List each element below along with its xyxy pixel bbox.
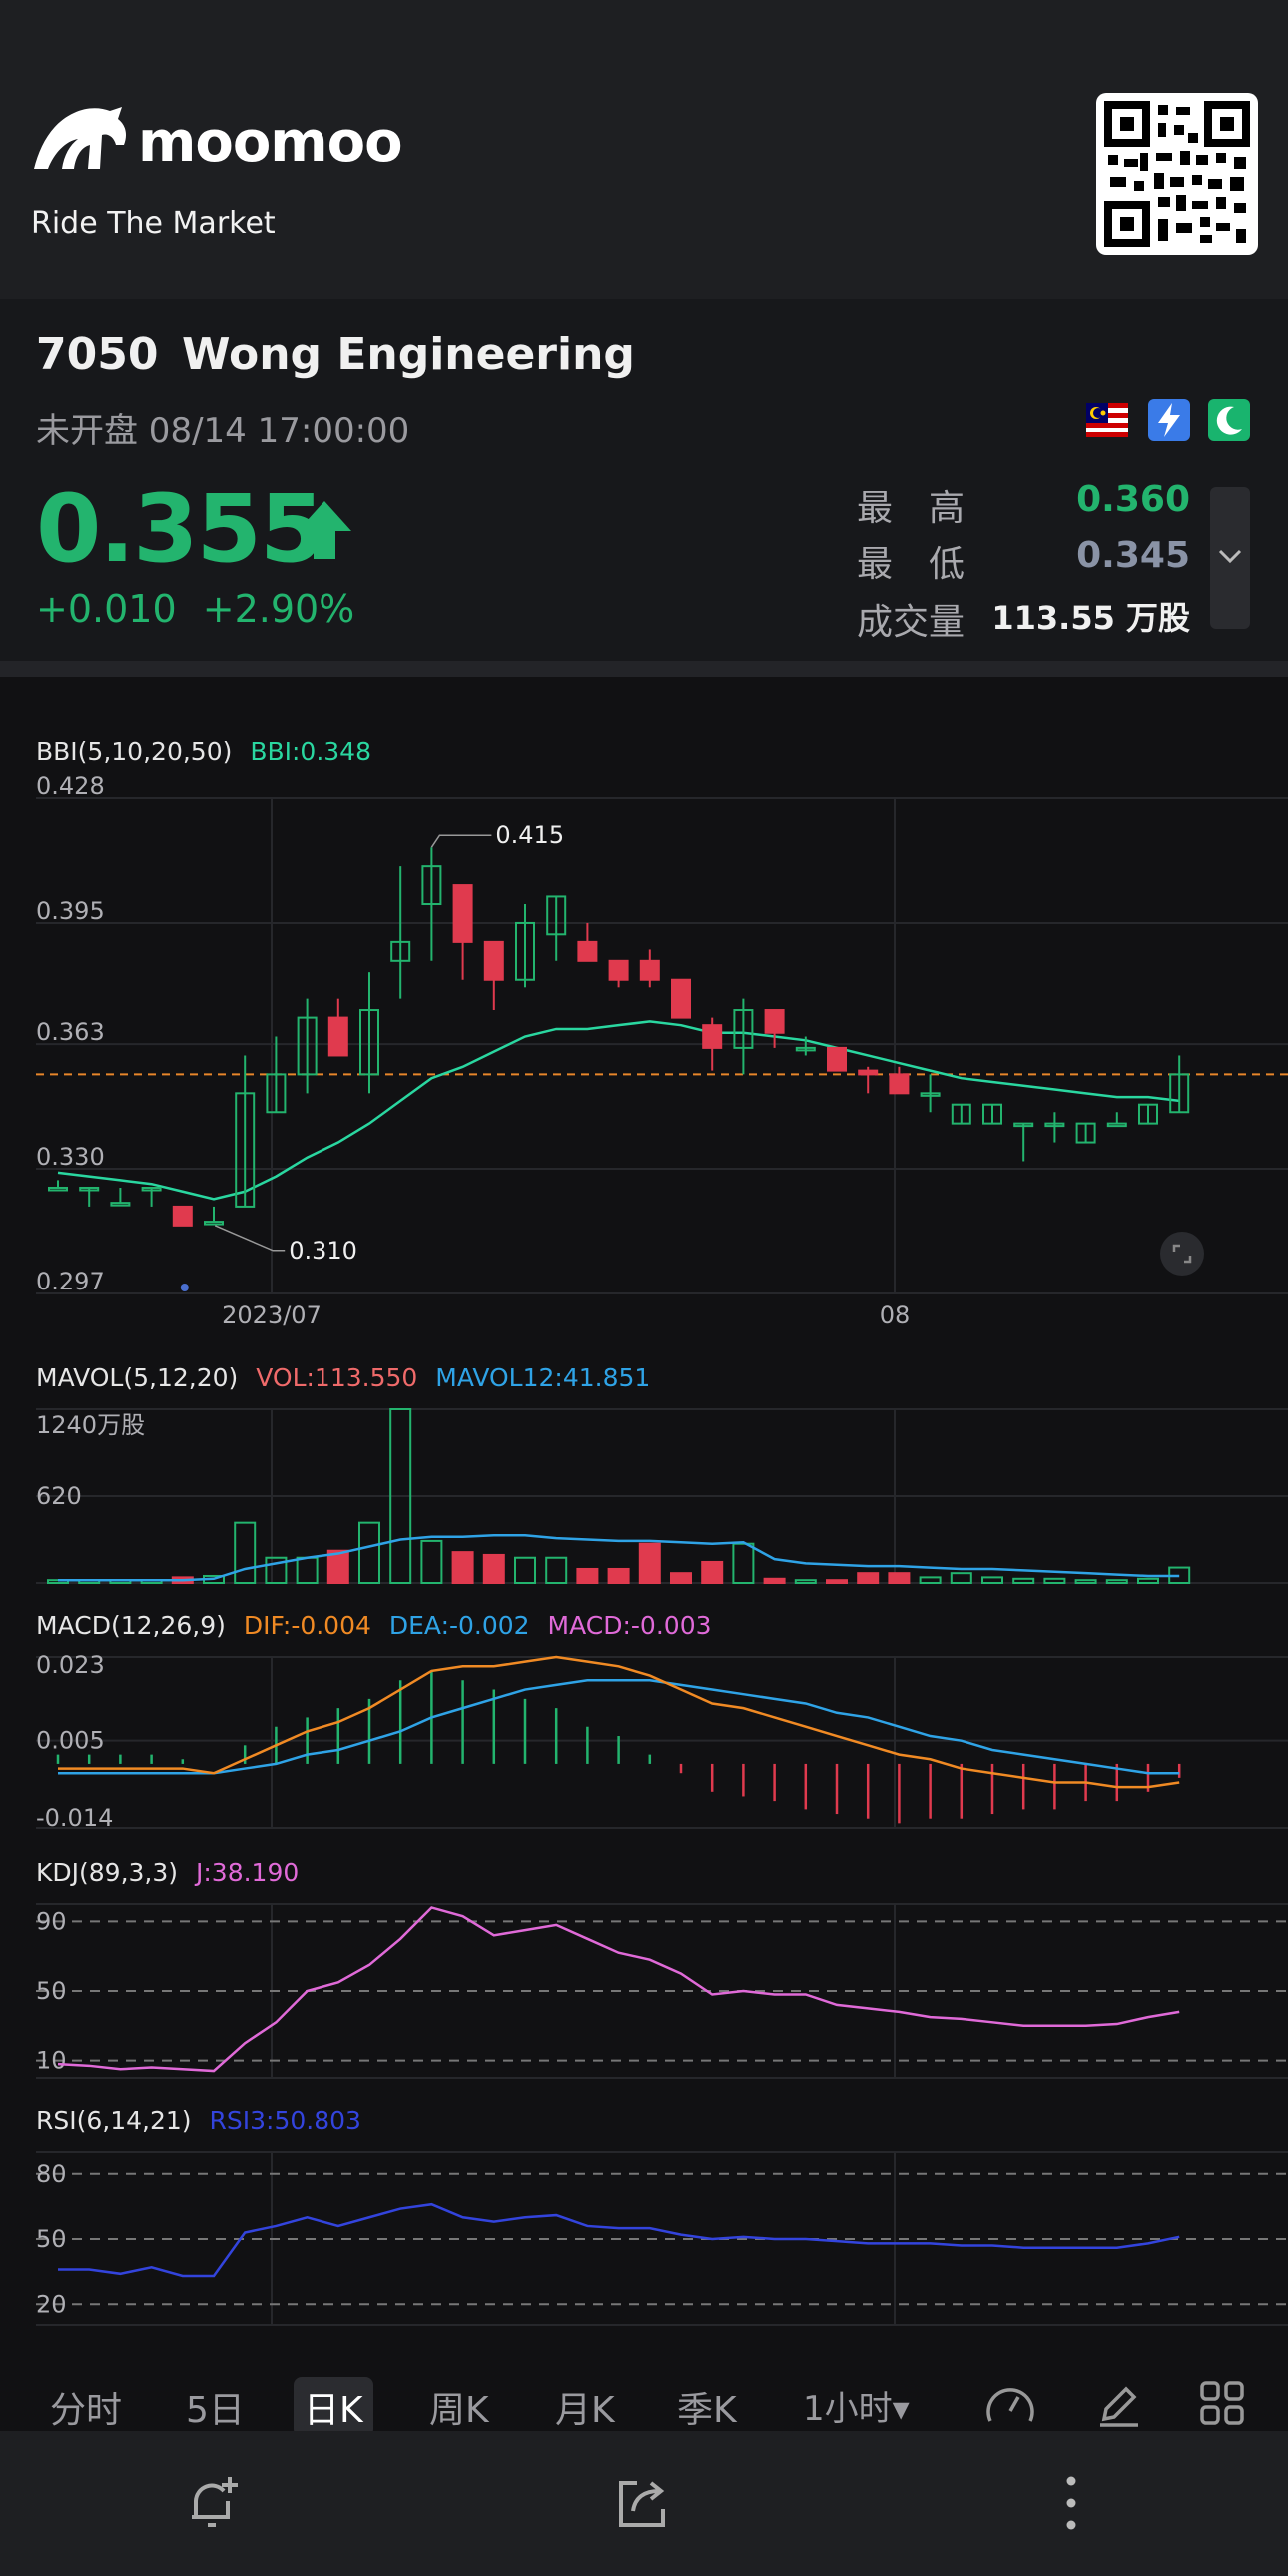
y-tick-label: 620 xyxy=(36,1482,82,1510)
tab-monthly[interactable]: 月K xyxy=(555,2381,615,2433)
y-tick-label: 0.395 xyxy=(36,897,105,925)
share-icon[interactable] xyxy=(611,2471,675,2535)
volume-bar xyxy=(763,1577,786,1584)
y-tick-label: 50 xyxy=(36,2225,67,2253)
y-tick-label: 50 xyxy=(36,1977,67,2005)
bbi-line xyxy=(57,1020,1180,1201)
y-tick-label: 90 xyxy=(36,1907,67,1935)
grid-menu-icon[interactable] xyxy=(1198,2379,1246,2427)
candle xyxy=(483,940,504,981)
y-tick-label: 80 xyxy=(36,2160,67,2188)
candle xyxy=(671,978,691,1019)
draw-pen-icon[interactable] xyxy=(1094,2379,1144,2429)
y-tick-label: 0.005 xyxy=(36,1727,105,1755)
volume-bar xyxy=(981,1576,1003,1584)
fullscreen-button[interactable] xyxy=(1160,1232,1204,1276)
volume-bar xyxy=(1012,1577,1035,1584)
more-options-icon[interactable] xyxy=(1056,2471,1086,2535)
volume-bar xyxy=(1074,1579,1097,1585)
tab-daily[interactable]: 日K xyxy=(294,2377,373,2437)
chart-area[interactable]: 0.428 0.395 0.363 0.330 0.297 2023/07 08 0.415 0… xyxy=(0,0,1288,2359)
candle xyxy=(452,884,473,943)
volume-bar xyxy=(451,1551,474,1584)
volume-bar xyxy=(420,1539,443,1584)
volume-bar xyxy=(950,1572,972,1584)
volume-bar xyxy=(482,1553,505,1584)
bottom-toolbar xyxy=(0,2431,1288,2576)
volume-bar xyxy=(638,1542,661,1585)
high-marker-label: 0.415 xyxy=(495,821,564,849)
volume-bar xyxy=(826,1579,848,1585)
candle xyxy=(608,959,629,981)
volume-bar xyxy=(1105,1579,1128,1585)
volume-bar xyxy=(576,1567,599,1585)
candle xyxy=(204,1221,224,1226)
volume-bar xyxy=(358,1521,380,1584)
y-tick-label: 0.297 xyxy=(36,1268,105,1295)
tab-hourly-dropdown[interactable]: 1小时▾ xyxy=(803,2381,910,2430)
candle xyxy=(48,1186,68,1192)
volume-bar xyxy=(296,1556,319,1585)
candle xyxy=(702,1024,723,1049)
dif-line xyxy=(58,1655,1180,1789)
low-marker-label: 0.310 xyxy=(289,1237,357,1265)
y-tick-label: 1240万股 xyxy=(36,1411,145,1439)
volume-bar xyxy=(794,1579,817,1585)
tab-intraday[interactable]: 分时 xyxy=(50,2381,122,2433)
volume-bar xyxy=(607,1567,630,1585)
volume-bar xyxy=(670,1572,692,1584)
volume-bar xyxy=(1137,1577,1159,1584)
volume-bar xyxy=(1043,1577,1066,1584)
candle xyxy=(172,1205,193,1227)
candle xyxy=(858,1069,879,1076)
volume-bar xyxy=(732,1542,755,1585)
event-dot xyxy=(180,1284,189,1291)
volume-bar xyxy=(514,1556,536,1585)
x-tick-label: 08 xyxy=(880,1301,911,1329)
y-tick-label: 0.023 xyxy=(36,1651,105,1679)
candle xyxy=(327,1016,348,1057)
candle xyxy=(639,959,660,981)
tab-weekly[interactable]: 周K xyxy=(429,2381,489,2433)
high-marker-line xyxy=(430,834,492,848)
tab-5day[interactable]: 5日 xyxy=(186,2381,245,2433)
candle xyxy=(110,1202,131,1207)
expand-icon xyxy=(1172,1244,1192,1264)
y-tick-label: 0.363 xyxy=(36,1018,105,1046)
y-tick-label: 20 xyxy=(36,2290,67,2318)
y-tick-label: 0.330 xyxy=(36,1143,105,1171)
candle xyxy=(577,940,598,962)
tab-quarterly[interactable]: 季K xyxy=(677,2381,737,2433)
low-marker-line xyxy=(214,1225,286,1252)
kdj-j-line xyxy=(57,1906,1180,2073)
volume-bar xyxy=(888,1572,911,1584)
add-alert-bell-icon[interactable] xyxy=(182,2471,246,2535)
y-tick-label: 0.428 xyxy=(36,773,105,800)
volume-bar xyxy=(857,1572,880,1584)
y-tick-label: 10 xyxy=(36,2047,67,2075)
candle xyxy=(827,1046,847,1072)
x-tick-label: 2023/07 xyxy=(222,1301,322,1329)
candle xyxy=(1106,1122,1127,1128)
candle xyxy=(764,1009,785,1034)
gauge-icon[interactable] xyxy=(982,2379,1038,2429)
volume-bar xyxy=(701,1560,724,1585)
rsi3-line xyxy=(58,2202,1180,2278)
volume-bar xyxy=(234,1521,257,1584)
volume-bar xyxy=(919,1576,942,1584)
y-tick-label: -0.014 xyxy=(36,1804,113,1832)
candle xyxy=(889,1073,910,1095)
volume-bar xyxy=(545,1556,568,1585)
